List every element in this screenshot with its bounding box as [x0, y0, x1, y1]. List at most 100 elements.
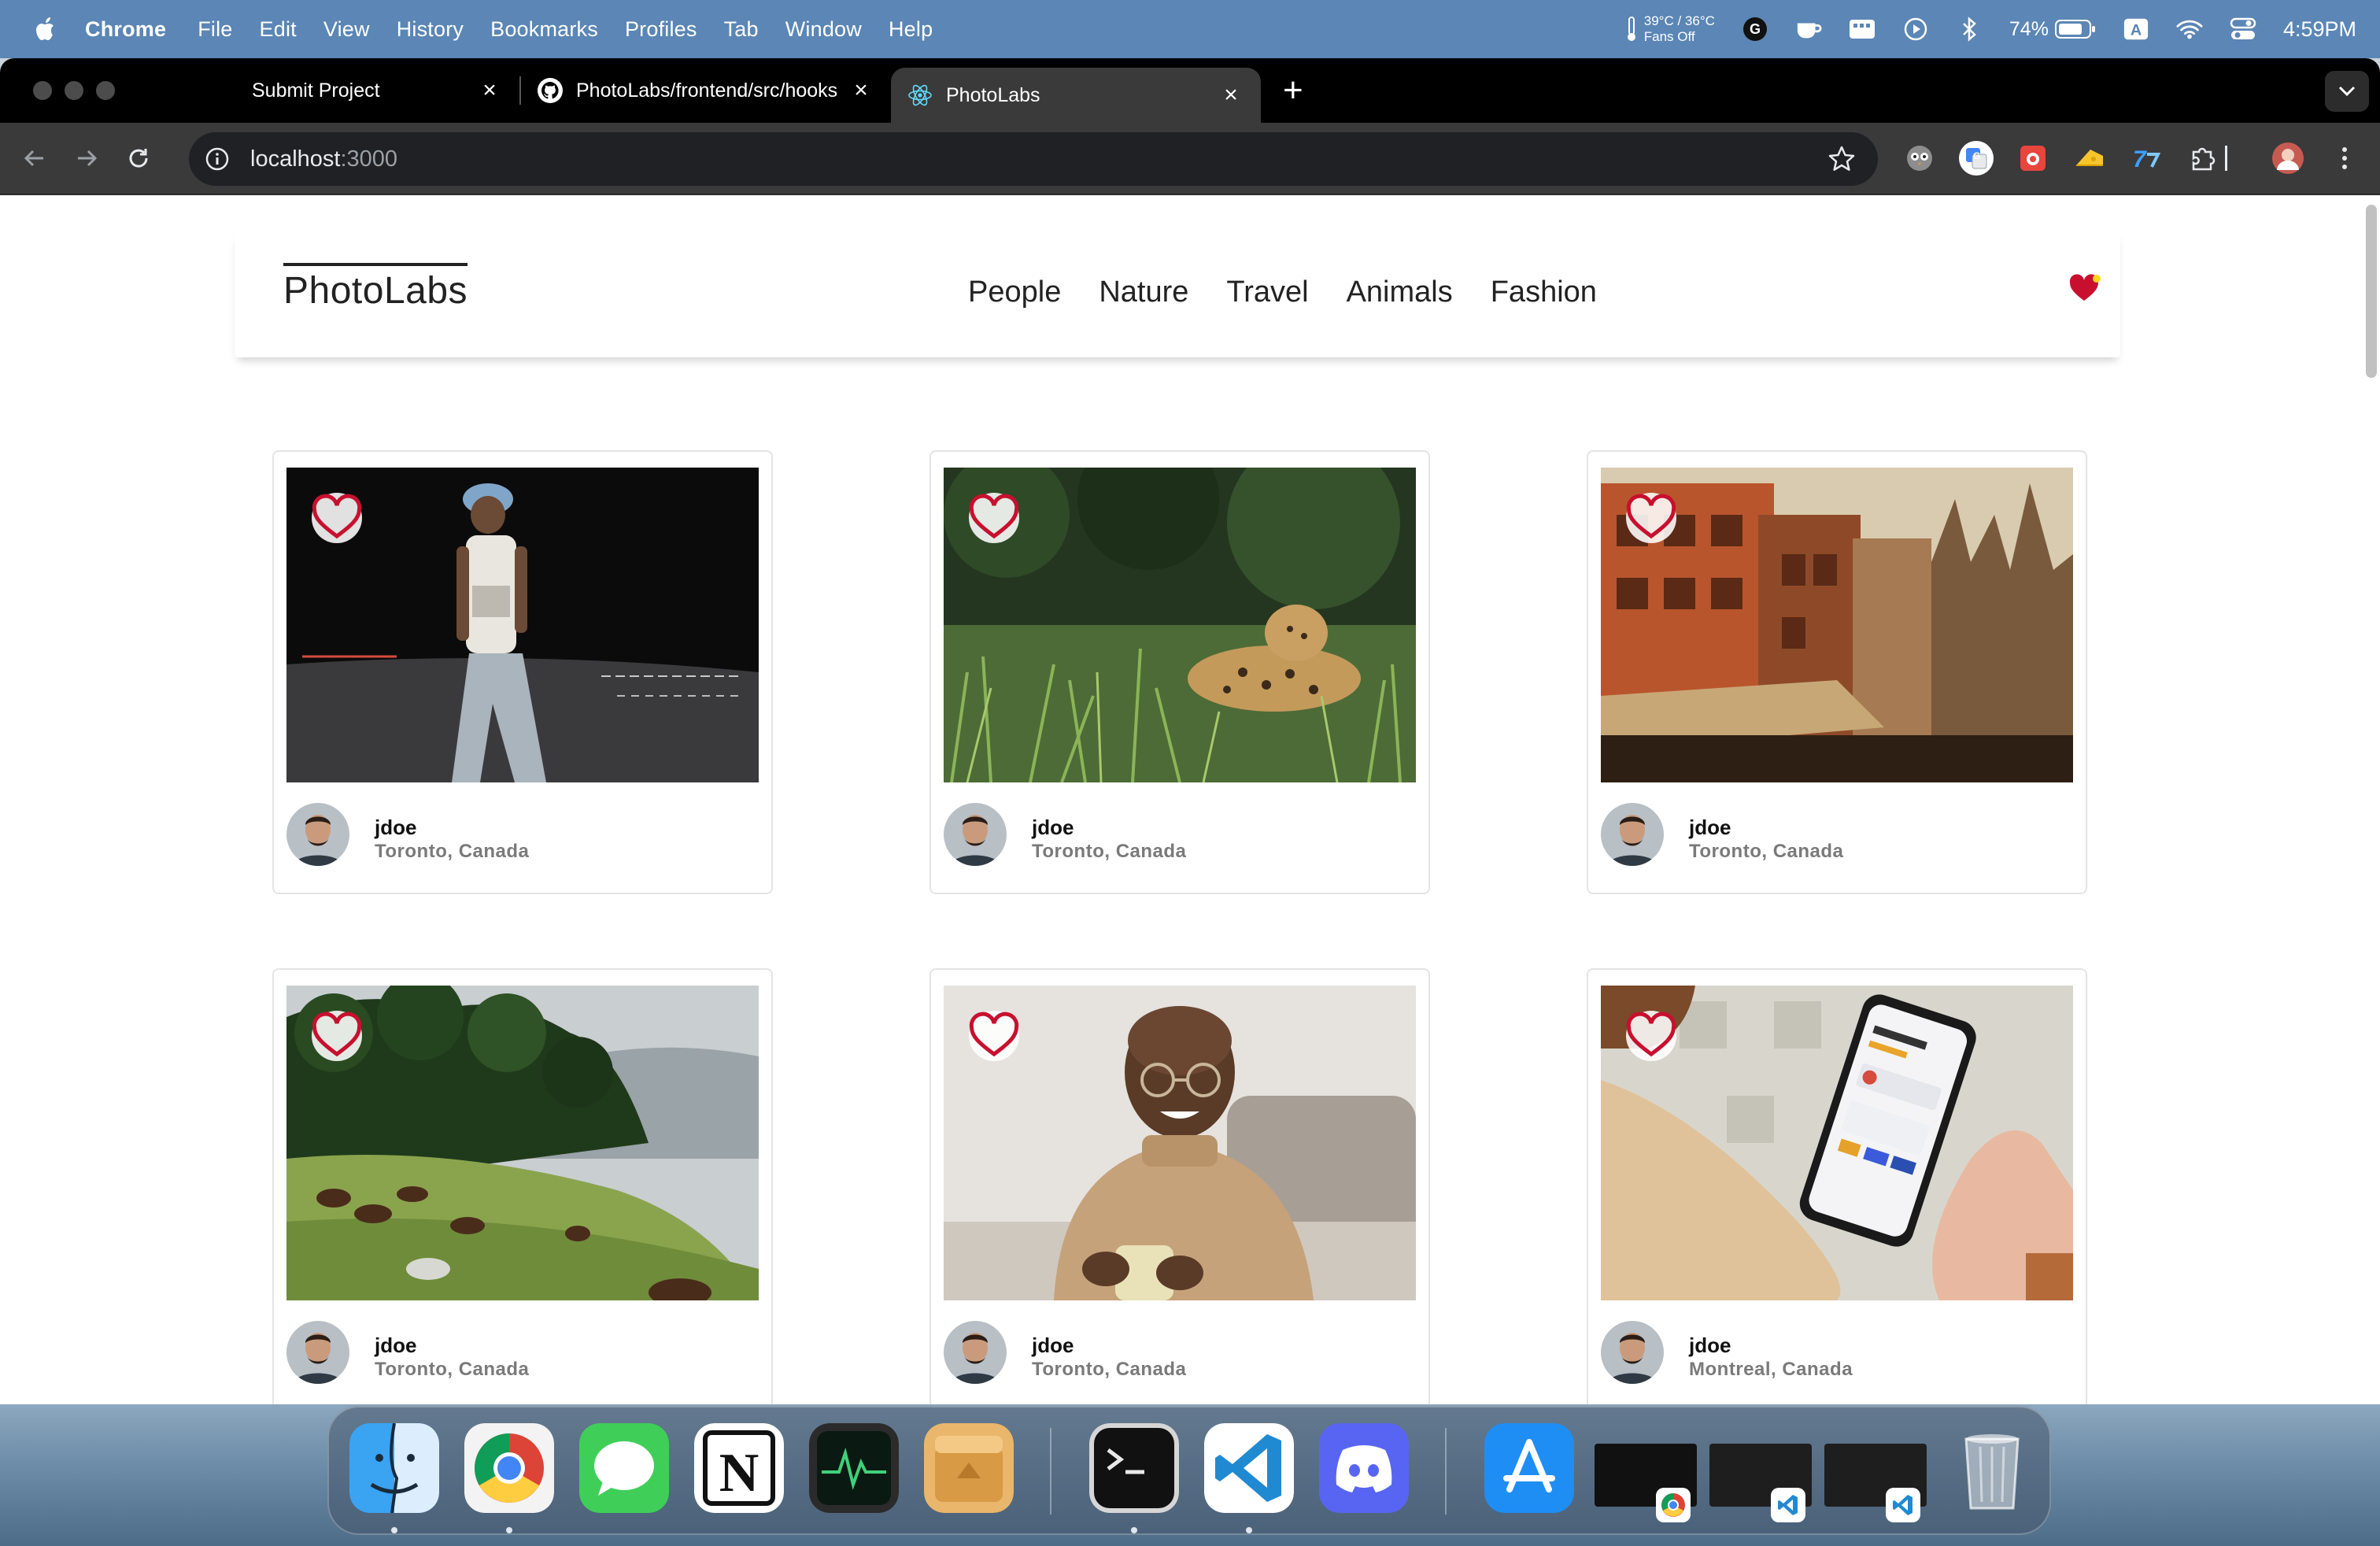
url-text: localhost:3000	[250, 146, 397, 172]
topic-animals[interactable]: Animals	[1347, 276, 1453, 309]
tab-github-hooks[interactable]: PhotoLabs/frontend/src/hooks ×	[521, 58, 891, 123]
extension-bug-icon[interactable]	[2015, 140, 2051, 176]
favorite-button[interactable]	[969, 493, 1019, 543]
apple-logo-icon[interactable]	[30, 13, 61, 45]
discord-icon[interactable]	[1319, 1423, 1409, 1513]
app-menu-chrome[interactable]: Chrome	[85, 17, 166, 42]
app-logo[interactable]: PhotoLabs	[283, 263, 468, 313]
archive-utility-icon[interactable]	[924, 1423, 1014, 1513]
minimize-window-button[interactable]	[65, 81, 83, 100]
play-circle-icon[interactable]	[1902, 16, 1929, 43]
activity-monitor-icon[interactable]	[809, 1423, 899, 1513]
topic-fashion[interactable]: Fashion	[1491, 276, 1597, 309]
running-indicator	[391, 1527, 397, 1533]
menu-file[interactable]: File	[198, 17, 232, 42]
tab-close-icon[interactable]: ×	[477, 78, 502, 103]
menu-window[interactable]: Window	[785, 17, 862, 42]
menu-history[interactable]: History	[397, 17, 464, 42]
reload-button[interactable]	[121, 141, 156, 176]
menu-bar-clock[interactable]: 4:59PM	[2283, 17, 2356, 42]
coffee-cup-icon[interactable]	[1795, 16, 1822, 43]
finder-icon[interactable]	[349, 1423, 439, 1513]
favorite-button[interactable]	[1626, 493, 1676, 543]
back-button[interactable]	[17, 141, 52, 176]
photo-card[interactable]: jdoe Montreal, Canada	[1587, 968, 2087, 1404]
macos-menu-bar: Chrome File Edit View History Bookmarks …	[0, 0, 2380, 58]
trash-icon[interactable]	[1947, 1423, 2037, 1513]
close-window-button[interactable]	[33, 81, 52, 100]
favorite-button[interactable]	[969, 1011, 1019, 1061]
control-center-icon[interactable]	[2230, 16, 2256, 43]
grammarly-icon[interactable]: G	[1742, 16, 1768, 43]
page-scrollbar[interactable]	[2366, 205, 2377, 378]
github-icon	[538, 78, 563, 103]
wifi-icon[interactable]	[2176, 16, 2203, 43]
menu-edit[interactable]: Edit	[260, 17, 297, 42]
menu-profiles[interactable]: Profiles	[625, 17, 697, 42]
tab-close-icon[interactable]: ×	[848, 78, 874, 103]
zoom-window-button[interactable]	[96, 81, 115, 100]
heart-outline-icon	[969, 494, 1019, 539]
topic-list: People Nature Travel Animals Fashion	[968, 276, 1597, 309]
notion-icon[interactable]: N	[694, 1423, 784, 1513]
site-info-icon[interactable]	[205, 146, 230, 172]
topic-people[interactable]: People	[968, 276, 1061, 309]
photo-image[interactable]	[286, 468, 759, 782]
url-port: :3000	[340, 146, 398, 172]
tab-search-button[interactable]	[2325, 71, 2369, 112]
menu-bookmarks[interactable]: Bookmarks	[490, 17, 598, 42]
menu-tab[interactable]: Tab	[724, 17, 759, 42]
temperature-status[interactable]: 39°C / 36°C Fans Off	[1625, 13, 1715, 45]
messages-icon[interactable]	[579, 1423, 669, 1513]
extension-7-icon[interactable]: 7	[2128, 140, 2164, 176]
back-arrow-icon	[24, 150, 43, 167]
photo-username: jdoe	[1032, 816, 1074, 839]
favorite-button[interactable]	[312, 493, 362, 543]
battery-status[interactable]: 74%	[2009, 19, 2096, 39]
photo-card[interactable]: jdoe Toronto, Canada	[929, 450, 1430, 894]
profile-avatar[interactable]	[2270, 140, 2306, 176]
photo-card[interactable]: jdoe Toronto, Canada	[272, 450, 773, 894]
photo-location: Toronto, Canada	[375, 1359, 530, 1380]
extensions-puzzle-icon[interactable]	[2185, 140, 2221, 176]
chrome-icon[interactable]	[464, 1423, 554, 1513]
topic-nature[interactable]: Nature	[1099, 276, 1188, 309]
photo-card[interactable]: jdoe Toronto, Canada	[929, 968, 1430, 1404]
tab-photolabs[interactable]: PhotoLabs ×	[891, 68, 1261, 123]
tab-submit-project[interactable]: Submit Project ×	[150, 58, 519, 123]
address-bar[interactable]: localhost:3000	[189, 132, 1878, 186]
favorite-button[interactable]	[312, 1011, 362, 1061]
display-icon[interactable]	[1849, 16, 1876, 43]
battery-percent: 74%	[2009, 18, 2049, 40]
topic-travel[interactable]: Travel	[1226, 276, 1308, 309]
forward-button[interactable]	[69, 141, 104, 176]
vscode-icon	[1886, 1488, 1920, 1522]
favorites-heart-icon[interactable]	[2068, 272, 2103, 304]
photo-card[interactable]: jdoe Toronto, Canada	[1587, 450, 2087, 894]
favorite-button[interactable]	[1626, 1011, 1676, 1061]
top-navigation-bar: PhotoLabs People Nature Travel Animals F…	[235, 231, 2120, 357]
photo-card[interactable]: jdoe Toronto, Canada	[272, 968, 773, 1404]
keyboard-input-icon[interactable]: A	[2123, 16, 2149, 43]
terminal-icon[interactable]	[1089, 1423, 1179, 1513]
chrome-menu-icon[interactable]	[2326, 140, 2363, 176]
vscode-icon[interactable]	[1204, 1423, 1294, 1513]
bookmark-star-icon[interactable]	[1828, 145, 1856, 173]
photo-image[interactable]	[1601, 468, 2073, 782]
extension-cheese-icon[interactable]	[2071, 140, 2108, 176]
bluetooth-icon[interactable]	[1956, 16, 1983, 43]
extension-translate-icon[interactable]: G	[1958, 140, 1994, 176]
tab-close-icon[interactable]: ×	[1218, 83, 1244, 108]
menu-help[interactable]: Help	[889, 17, 933, 42]
browser-toolbar: localhost:3000 G 7	[0, 123, 2380, 195]
photo-image[interactable]	[286, 986, 759, 1300]
app-store-icon[interactable]	[1484, 1423, 1574, 1513]
extension-owl-icon[interactable]	[1901, 140, 1938, 176]
chevron-down-icon	[2338, 86, 2356, 97]
new-tab-button[interactable]: +	[1283, 71, 1303, 110]
running-indicator	[506, 1527, 512, 1533]
photo-image[interactable]	[944, 986, 1416, 1300]
photo-image[interactable]	[1601, 986, 2073, 1300]
menu-view[interactable]: View	[323, 17, 370, 42]
photo-image[interactable]	[944, 468, 1416, 782]
